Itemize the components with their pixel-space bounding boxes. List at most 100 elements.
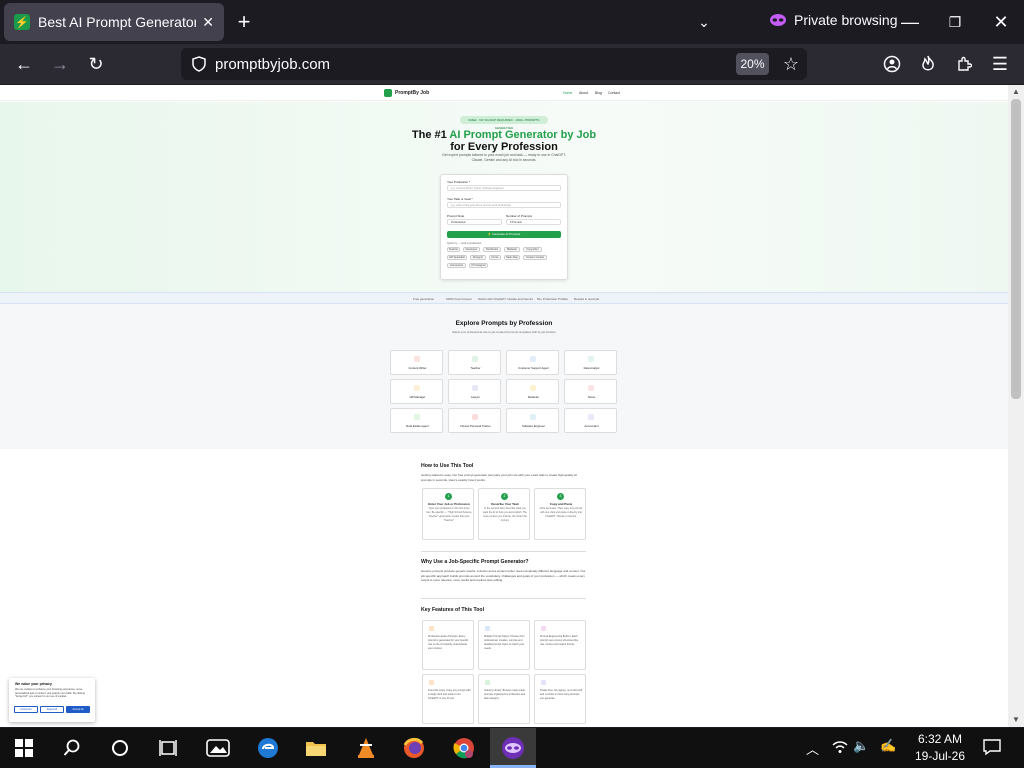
prompt-generator-form: Your Profession * e.g. Content Writer, N… — [440, 174, 568, 280]
card-label: Content Writer — [408, 366, 427, 370]
card-label: Accountant — [584, 424, 599, 428]
megaphone-icon — [530, 385, 536, 391]
divider — [421, 551, 586, 552]
cookie-reject-button[interactable]: Reject All — [40, 706, 64, 713]
hero-title-accent: AI Prompt Generator by Job — [449, 129, 597, 141]
chip-developer[interactable]: Developer — [463, 247, 480, 252]
cookie-accept-button[interactable]: Accept All — [66, 706, 90, 713]
chip-sales-rep[interactable]: Sales Rep — [504, 255, 520, 260]
address-bar[interactable]: promptbyjob.com — [181, 48, 807, 80]
private-mask-icon — [770, 14, 786, 26]
scroll-down-arrow-icon[interactable]: ▼ — [1012, 715, 1020, 724]
prompt-style-select[interactable]: Professional — [447, 219, 502, 225]
chip-nutritionist[interactable]: Nutritionist — [483, 247, 501, 252]
minimize-window-icon[interactable]: — — [898, 10, 922, 34]
profession-card-fitness-trainer[interactable]: Fitness Personal Trainer — [448, 408, 501, 433]
profession-card-customer-support[interactable]: Customer Support Agent — [506, 350, 559, 375]
cookie-title: We value your privacy — [15, 682, 52, 686]
step-number: 3 — [557, 493, 564, 500]
back-arrow-icon[interactable]: ← — [12, 52, 36, 76]
windows-start-icon[interactable] — [12, 736, 36, 760]
explore-title: Explore Prompts by Profession — [455, 320, 553, 327]
show-hidden-icons-chevron-icon[interactable]: ︿ — [806, 739, 819, 758]
zoom-level-badge[interactable]: 20% — [736, 53, 769, 75]
profession-card-nurse[interactable]: Nurse — [564, 379, 617, 404]
private-browsing-label: Private browsing — [794, 12, 898, 28]
reload-icon[interactable]: ↻ — [84, 52, 108, 76]
scrollbar-thumb[interactable] — [1011, 99, 1021, 399]
vlc-player-icon[interactable] — [354, 736, 378, 760]
profession-card-hr-manager[interactable]: HR Manager — [390, 379, 443, 404]
firefox-private-icon[interactable] — [501, 736, 525, 760]
feature-text: Totally Free: No signup, no credit card … — [540, 689, 583, 700]
chip-marketer[interactable]: Marketer — [504, 247, 520, 252]
chip-teacher[interactable]: Teacher — [447, 247, 460, 252]
edge-browser-icon[interactable] — [256, 736, 280, 760]
page-scrollbar[interactable]: ▲ ▼ — [1008, 85, 1024, 727]
brand-logo-icon — [384, 89, 392, 97]
firefox-relay-flame-icon[interactable] — [916, 52, 940, 76]
nav-link-about[interactable]: About — [579, 91, 588, 95]
nav-link-contact[interactable]: Contact — [608, 91, 620, 95]
card-label: HR Manager — [409, 395, 426, 399]
feature-icon — [541, 626, 546, 631]
cookie-text: We use cookies to enhance your browsing … — [15, 688, 85, 699]
profession-card-marketer[interactable]: Marketer — [506, 379, 559, 404]
chrome-icon[interactable] — [452, 736, 476, 760]
profession-card-accountant[interactable]: Accountant — [564, 408, 617, 433]
close-tab-icon[interactable]: ✕ — [202, 14, 214, 31]
site-info-shield-icon[interactable] — [191, 56, 207, 72]
profession-card-data-analyst[interactable]: Data Analyst — [564, 350, 617, 375]
step-description: Click Generate. Then copy any prompt wit… — [539, 507, 583, 518]
clock-date[interactable]: 19-Jul-26 — [910, 749, 970, 763]
chip-copywriter[interactable]: Copywriter — [523, 247, 542, 252]
volume-speaker-icon[interactable]: 🔈 — [853, 738, 869, 754]
brand-name[interactable]: PromptBy Job — [395, 90, 429, 96]
list-all-tabs-chevron-icon[interactable]: ⌄ — [692, 10, 716, 34]
bookmark-star-icon[interactable]: ☆ — [779, 52, 803, 76]
card-label: Marketer — [527, 395, 540, 399]
site-header: PromptBy Job Home About Blog Contact — [0, 85, 1008, 101]
generate-prompts-button[interactable]: ⚡ Generate AI Prompts — [447, 231, 561, 238]
search-icon[interactable] — [60, 736, 84, 760]
profession-input[interactable]: e.g. Content Writer, Nurse, Software Eng… — [447, 185, 561, 191]
photos-app-icon[interactable] — [206, 736, 230, 760]
feature-text: One-click Copy: Copy any prompt with a s… — [428, 689, 471, 700]
browser-tab-active[interactable]: ⚡ Best AI Prompt Generator by Jo ✕ — [4, 3, 224, 41]
card-label: Real Estate Agent — [406, 424, 429, 428]
chip-designer[interactable]: Designer — [470, 255, 486, 260]
nav-link-blog[interactable]: Blog — [595, 91, 602, 95]
extensions-puzzle-icon[interactable] — [952, 52, 976, 76]
howto-intro: Getting started is easy. Our free prompt… — [421, 473, 577, 482]
chip-nurse[interactable]: Nurse — [489, 255, 501, 260]
chip-ux-designer[interactable]: UX Designer — [469, 263, 488, 268]
chip-accountant[interactable]: Accountant — [447, 263, 466, 268]
chip-content-creator[interactable]: Content Creator — [523, 255, 547, 260]
file-explorer-icon[interactable] — [304, 736, 328, 760]
cortana-circle-icon[interactable] — [108, 736, 132, 760]
profession-card-lawyer[interactable]: Lawyer — [448, 379, 501, 404]
profession-card-content-writer[interactable]: Content Writer — [390, 350, 443, 375]
task-input[interactable]: e.g. write a blog post about remote work… — [447, 202, 561, 208]
cookie-customize-button[interactable]: Customize — [14, 706, 38, 713]
new-tab-button[interactable]: + — [232, 9, 256, 34]
forward-arrow-icon[interactable]: → — [48, 52, 72, 76]
profession-card-teacher[interactable]: Teacher — [448, 350, 501, 375]
close-window-icon[interactable]: ✕ — [989, 10, 1013, 34]
pen-ink-icon[interactable]: ✍ — [880, 738, 896, 754]
profession-card-software-engineer[interactable]: Software Engineer — [506, 408, 559, 433]
restore-window-icon[interactable]: ❐ — [943, 10, 967, 34]
hamburger-menu-icon[interactable]: ☰ — [988, 52, 1012, 76]
network-wifi-icon[interactable] — [832, 740, 848, 757]
task-view-icon[interactable] — [156, 736, 180, 760]
notification-center-icon[interactable] — [983, 738, 1001, 759]
clock-time[interactable]: 6:32 AM — [910, 732, 970, 746]
profession-card-real-estate[interactable]: Real Estate Agent — [390, 408, 443, 433]
step-card: 2 Describe Your Task In the second field… — [478, 488, 530, 540]
account-icon[interactable] — [880, 52, 904, 76]
scroll-up-arrow-icon[interactable]: ▲ — [1012, 87, 1020, 96]
prompt-count-select[interactable]: 5 Prompts — [506, 219, 561, 225]
firefox-icon[interactable] — [402, 736, 426, 760]
nav-link-home[interactable]: Home — [563, 91, 572, 95]
chip-hr-specialist[interactable]: HR Specialist — [447, 255, 467, 260]
